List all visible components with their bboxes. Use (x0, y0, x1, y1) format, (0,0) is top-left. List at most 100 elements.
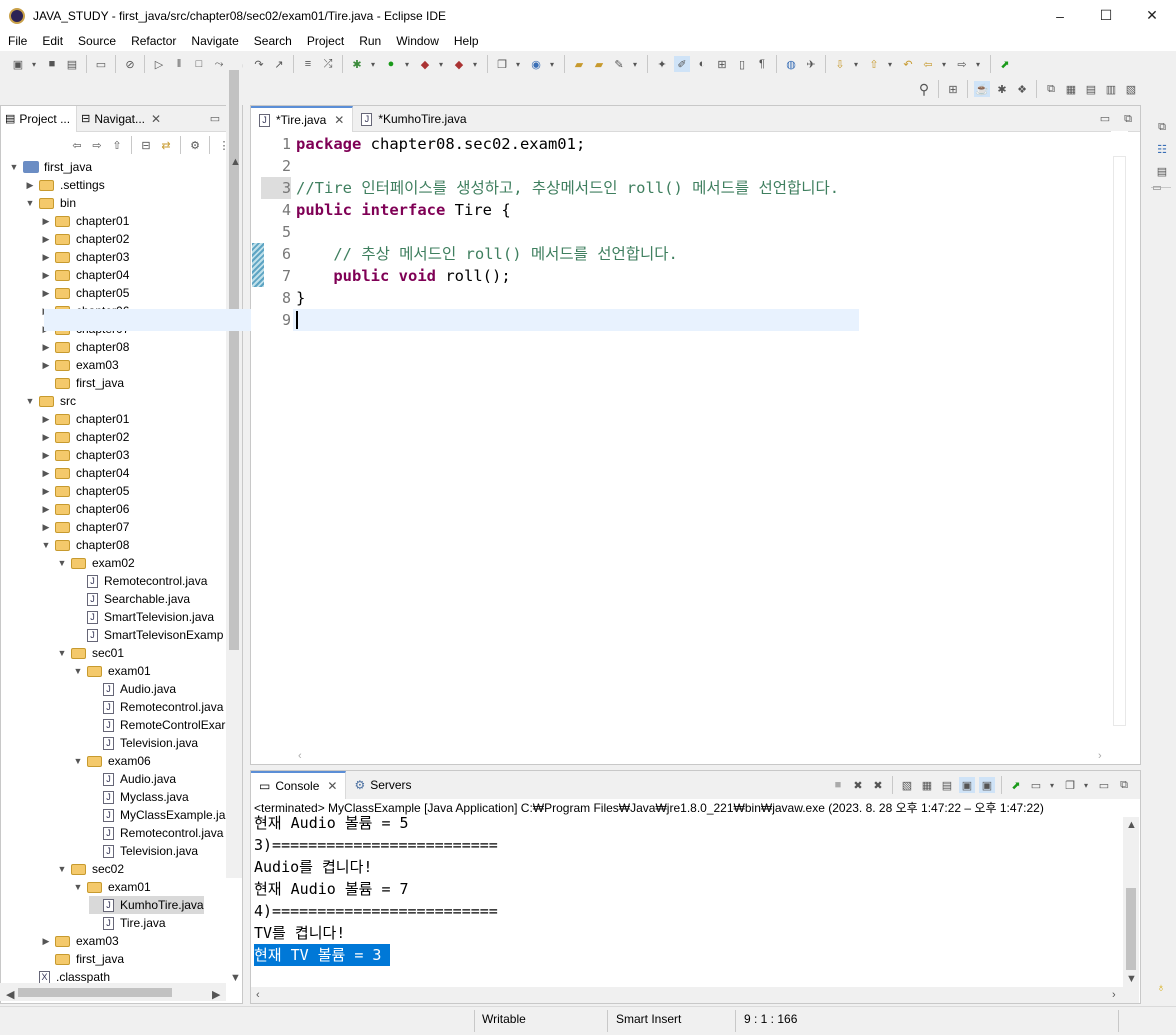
chevron-right-icon[interactable]: ▶ (41, 432, 51, 443)
save-all-icon[interactable]: ▤ (64, 56, 80, 72)
java-perspective-icon[interactable]: ☕ (974, 81, 990, 97)
resume-icon[interactable]: ▷ (151, 56, 167, 72)
step-return-icon[interactable]: ↗ (271, 56, 287, 72)
editor-horizontal-scrollbar[interactable] (263, 748, 1111, 764)
chevron-right-icon[interactable]: ▶ (41, 360, 51, 371)
tree-folder-item[interactable]: ▶ chapter08 (41, 338, 130, 356)
debug-dropdown-icon[interactable]: ▾ (369, 56, 377, 72)
debug-icon[interactable]: ✱ (349, 56, 365, 72)
tree-folder-item[interactable]: ▼ exam02 (57, 554, 135, 572)
library-view-icon[interactable]: ▥ (1103, 81, 1119, 97)
tab-servers[interactable]: ⚙ Servers (346, 771, 419, 799)
word-wrap-icon[interactable]: ⊞ (714, 56, 730, 72)
collapse-all-icon[interactable]: ⊟ (138, 137, 154, 153)
open-type-icon[interactable]: ⤮ (320, 56, 336, 72)
lightbulb-icon[interactable]: ♁ (1153, 980, 1169, 996)
menu-edit[interactable]: Edit (34, 34, 70, 48)
tree-folder-item[interactable]: ▶ exam03 (41, 356, 119, 374)
chevron-right-icon[interactable]: ▶ (41, 414, 51, 425)
suspend-icon[interactable]: ‖ (171, 56, 187, 72)
tree-folder-item[interactable]: ▶ chapter07 (41, 518, 130, 536)
disconnect-icon[interactable]: ⤳ (211, 56, 227, 72)
new-class-dropdown-icon[interactable]: ▾ (548, 56, 556, 72)
new-java-project-icon[interactable]: ❐ (494, 56, 510, 72)
tree-folder-item[interactable]: ▶ chapter01 (41, 212, 130, 230)
chevron-down-icon[interactable]: ▼ (25, 198, 35, 208)
restore-icon[interactable]: ⧉ (1043, 81, 1059, 97)
tree-file-item[interactable]: J Myclass.java (89, 788, 189, 806)
tree-folder-item[interactable]: ▶ chapter02 (41, 428, 130, 446)
show-stdout-icon[interactable]: ▣ (959, 777, 975, 793)
tab-project-explorer[interactable]: ▤ Project ... (1, 105, 78, 132)
tree-file-item[interactable]: J Remotecontrol.java (73, 572, 207, 590)
chevron-down-icon[interactable]: ▼ (25, 396, 35, 406)
word-wrap-icon[interactable]: ▤ (939, 777, 955, 793)
tree-folder-item[interactable]: ▼ chapter08 (41, 536, 130, 554)
save-icon[interactable]: ■ (44, 56, 60, 72)
tab-kumhotire-java[interactable]: J *KumhoTire.java (353, 106, 474, 132)
console-scroll-thumb[interactable] (1126, 888, 1136, 970)
tree-file-item[interactable]: J Television.java (89, 842, 198, 860)
tree-folder-item[interactable]: ▶ chapter03 (41, 248, 130, 266)
last-edit-location-icon[interactable]: ↶ (900, 56, 916, 72)
new-class-icon[interactable]: ◉ (528, 56, 544, 72)
forward-dropdown-icon[interactable]: ▾ (974, 56, 982, 72)
tab-navigator[interactable]: ⊟ Navigat... ✕ (77, 106, 167, 132)
tree-folder-item[interactable]: ▼ src (25, 392, 76, 410)
show-source-icon[interactable]: ▯ (734, 56, 750, 72)
menu-file[interactable]: File (0, 34, 34, 48)
show-whitespace-icon[interactable]: ¶ (754, 56, 770, 72)
display-console-icon[interactable]: ▭ (1028, 777, 1044, 793)
tree-folder-item[interactable]: ▼ first_java (9, 158, 93, 176)
maximize-view-icon[interactable]: ⧉ (1116, 777, 1132, 793)
menu-search[interactable]: Search (246, 34, 299, 48)
maximize-view-icon[interactable]: ⧉ (1124, 106, 1132, 131)
open-console-dropdown-icon[interactable]: ▾ (1082, 777, 1090, 793)
chevron-right-icon[interactable]: ▶ (41, 504, 51, 515)
step-over-icon[interactable]: ↷ (251, 56, 267, 72)
tree-file-item[interactable]: J Audio.java (89, 680, 176, 698)
scroll-up-icon[interactable]: ▲ (1126, 819, 1137, 831)
annotation-icon[interactable]: ✦ (654, 56, 670, 72)
tree-folder-item[interactable]: ▼ sec02 (57, 860, 125, 878)
open-task-icon[interactable]: ▰ (591, 56, 607, 72)
display-console-dropdown-icon[interactable]: ▾ (1048, 777, 1056, 793)
tree-folder-item[interactable]: ▼ exam06 (73, 752, 151, 770)
editor-scroll-thumb[interactable] (1113, 156, 1126, 726)
tree-folder-item[interactable]: ▶ chapter02 (41, 230, 130, 248)
tab-tire-java[interactable]: J *Tire.java ✕ (251, 106, 354, 132)
tree-file-item[interactable]: J MyClassExample.ja (89, 806, 225, 824)
tree-folder-item[interactable]: ▶ chapter03 (41, 446, 130, 464)
tree-file-item[interactable]: J Searchable.java (73, 590, 190, 608)
block-select-icon[interactable]: ◐ (694, 56, 710, 72)
menu-navigate[interactable]: Navigate (183, 34, 245, 48)
next-annotation-icon[interactable]: ✈ (803, 56, 819, 72)
minimize-button[interactable]: – (1037, 0, 1083, 31)
close-icon[interactable]: ✕ (334, 113, 344, 127)
filters-icon[interactable]: ⚙ (187, 137, 203, 153)
chevron-down-icon[interactable]: ▼ (73, 666, 83, 676)
chevron-right-icon[interactable]: ▶ (41, 252, 51, 263)
chevron-right-icon[interactable]: ▶ (41, 486, 51, 497)
chevron-down-icon[interactable]: ▼ (9, 162, 19, 172)
tree-file-item[interactable]: J RemoteControlExar (89, 716, 225, 734)
web-browser-icon[interactable]: ◍ (783, 56, 799, 72)
next-edit-dropdown-icon[interactable]: ▾ (852, 56, 860, 72)
scroll-right-icon[interactable]: ▶ (212, 988, 220, 1001)
back-arrow-icon[interactable]: ⇦ (69, 137, 85, 153)
chevron-down-icon[interactable]: ▼ (41, 540, 51, 550)
tasks-view-icon[interactable]: ▦ (1063, 81, 1079, 97)
menu-refactor[interactable]: Refactor (123, 34, 183, 48)
new-icon[interactable]: ▣ (10, 56, 26, 72)
menu-source[interactable]: Source (70, 34, 123, 48)
external-tools-dropdown-icon[interactable]: ▾ (471, 56, 479, 72)
minimize-view-icon[interactable]: ▭ (210, 112, 220, 125)
scroll-right-icon[interactable]: › (1112, 989, 1116, 1001)
chevron-right-icon[interactable]: ▶ (41, 288, 51, 299)
back-dropdown-icon[interactable]: ▾ (940, 56, 948, 72)
clear-console-icon[interactable]: ▧ (899, 777, 915, 793)
tree-folder-item[interactable]: first_java (41, 374, 124, 392)
pin-editor-icon[interactable]: ⬈ (997, 56, 1013, 72)
new-java-project-dropdown-icon[interactable]: ▾ (514, 56, 522, 72)
chevron-right-icon[interactable]: ▶ (41, 468, 51, 479)
